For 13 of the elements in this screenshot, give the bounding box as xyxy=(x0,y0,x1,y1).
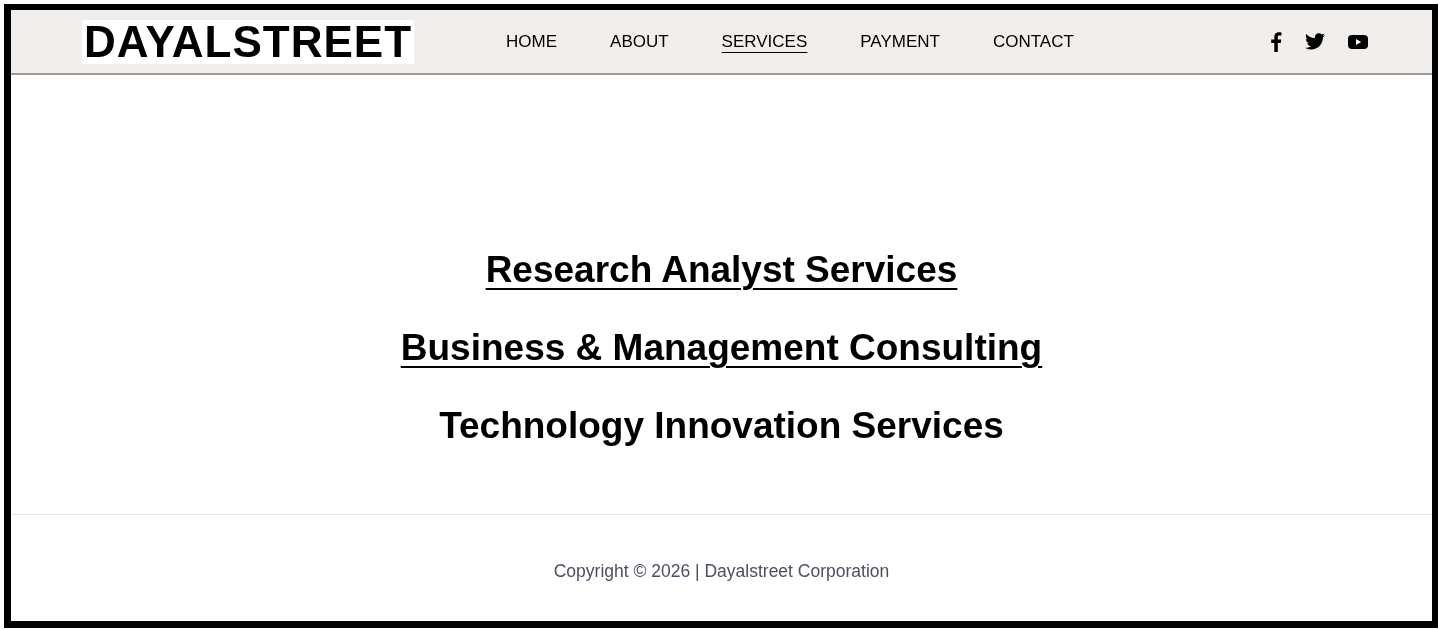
play-icon[interactable] xyxy=(1348,34,1368,49)
f-logo-icon[interactable] xyxy=(1270,31,1282,52)
nav-link[interactable]: CONTACT xyxy=(992,30,1074,53)
nav-link[interactable]: SERVICES xyxy=(721,30,808,53)
service-heading: Technology Innovation Services xyxy=(439,403,1004,448)
bird-icon[interactable] xyxy=(1305,33,1325,50)
nav-link[interactable]: ABOUT xyxy=(610,30,669,53)
logo[interactable]: DAYALSTREET xyxy=(82,19,415,64)
nav-link[interactable]: PAYMENT xyxy=(860,30,940,53)
copyright-text: Copyright © 2026 | Dayalstreet Corporation xyxy=(553,559,890,583)
service-link[interactable]: Research Analyst Services xyxy=(485,246,958,294)
service-link[interactable]: Business & Management Consulting xyxy=(400,324,1043,372)
nav-link[interactable]: HOME xyxy=(506,30,558,53)
